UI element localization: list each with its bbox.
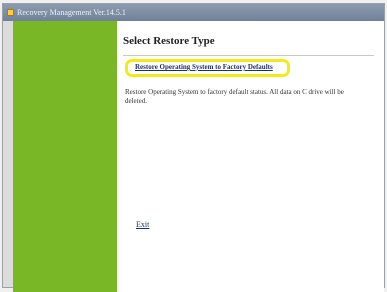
sidebar — [13, 21, 118, 292]
title-divider — [123, 55, 374, 56]
restore-description: Restore Operating System to factory defa… — [125, 88, 344, 105]
recovery-window: Recovery Management Ver.14.5.1 Select Re… — [2, 3, 385, 292]
app-icon — [7, 9, 14, 16]
page-title: Select Restore Type — [123, 35, 215, 47]
restore-factory-defaults-link[interactable]: Restore Operating System to Factory Defa… — [135, 63, 273, 71]
exit-link[interactable]: Exit — [136, 220, 149, 229]
window-title: Recovery Management Ver.14.5.1 — [17, 8, 126, 17]
title-bar[interactable]: Recovery Management Ver.14.5.1 — [3, 4, 384, 21]
content-panel: Select Restore Type Restore Operating Sy… — [117, 21, 384, 292]
client-area: Select Restore Type Restore Operating Sy… — [3, 21, 384, 292]
